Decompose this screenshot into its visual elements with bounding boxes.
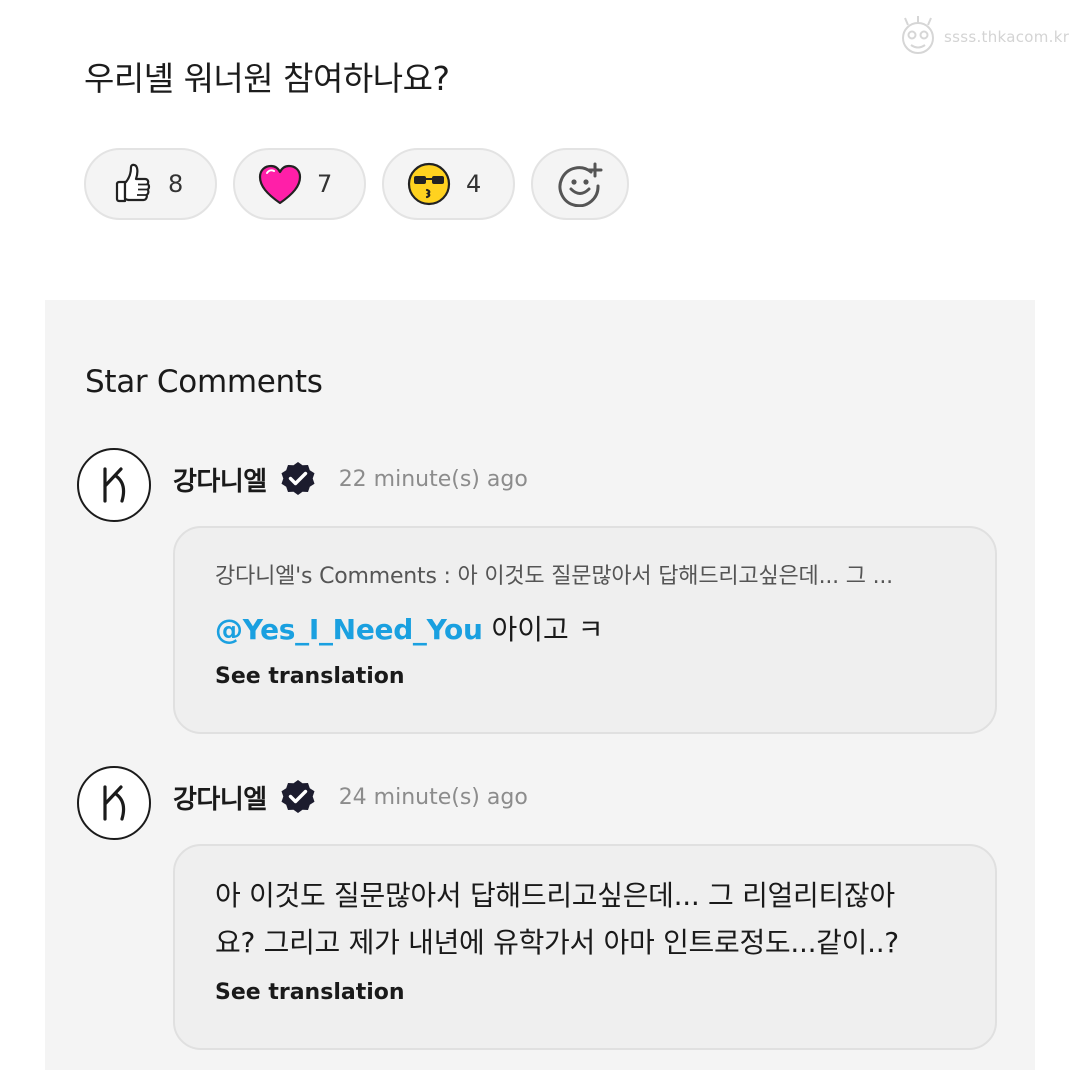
comment-header: 강다니엘 24 minute(s) ago	[173, 778, 528, 816]
author-name[interactable]: 강다니엘	[173, 779, 267, 816]
see-translation-button[interactable]: See translation	[215, 980, 405, 1005]
see-translation-button[interactable]: See translation	[215, 664, 405, 689]
add-reaction-button[interactable]	[531, 148, 629, 220]
avatar[interactable]	[77, 766, 151, 840]
watermark-character-icon	[902, 16, 934, 54]
smiley-plus-icon	[557, 161, 603, 207]
star-comments-heading: Star Comments	[85, 364, 323, 400]
comment-text-line: 아 이것도 질문많아서 답해드리고싶은데... 그 리얼리티잖아	[215, 879, 895, 912]
comment-bubble: 아 이것도 질문많아서 답해드리고싶은데... 그 리얼리티잖아 요? 그리고 …	[173, 844, 997, 1050]
mention-link[interactable]: @Yes_I_Need_You	[215, 613, 483, 646]
reaction-count: 8	[168, 170, 184, 198]
author-name[interactable]: 강다니엘	[173, 461, 267, 498]
star-comments-panel: Star Comments 강다니엘 22 minute(s) ago 강다니엘…	[45, 300, 1035, 1070]
watermark: ssss.thkacom.kr	[898, 12, 1074, 62]
kd-logo-icon	[103, 467, 126, 503]
comment-bubble: 강다니엘's Comments : 아 이것도 질문많아서 답해드리고싶은데..…	[173, 526, 997, 734]
comment-header: 강다니엘 22 minute(s) ago	[173, 460, 528, 498]
reply-context[interactable]: 강다니엘's Comments : 아 이것도 질문많아서 답해드리고싶은데..…	[215, 558, 955, 590]
comment-timestamp: 22 minute(s) ago	[338, 466, 528, 492]
reaction-bar: 8 7 4	[84, 148, 645, 220]
reaction-thumbs-up-button[interactable]: 8	[84, 148, 217, 220]
post-title: 우리녤 워너원 참여하나요?	[84, 59, 450, 98]
comment-text-line: 요? 그리고 제가 내년에 유학가서 아마 인트로정도...같이..?	[215, 926, 899, 959]
verified-badge-icon	[279, 778, 317, 816]
reaction-cool-face-button[interactable]: 4	[382, 148, 515, 220]
kd-logo-icon	[103, 785, 126, 821]
watermark-text: ssss.thkacom.kr	[944, 28, 1070, 46]
reaction-count: 7	[317, 170, 333, 198]
comment-text: 아 이것도 질문많아서 답해드리고싶은데... 그 리얼리티잖아 요? 그리고 …	[215, 872, 955, 966]
avatar[interactable]	[77, 448, 151, 522]
reaction-heart-button[interactable]: 7	[233, 148, 366, 220]
heart-icon	[257, 161, 303, 207]
sunglasses-kiss-face-icon	[406, 161, 452, 207]
verified-badge-icon	[279, 460, 317, 498]
comment-timestamp: 24 minute(s) ago	[338, 784, 528, 810]
comment-body: @Yes_I_Need_You 아이고 ㅋ	[215, 608, 955, 648]
comment-text: 아이고 ㅋ	[491, 613, 604, 646]
reaction-count: 4	[466, 170, 482, 198]
thumbs-up-icon	[108, 161, 154, 207]
